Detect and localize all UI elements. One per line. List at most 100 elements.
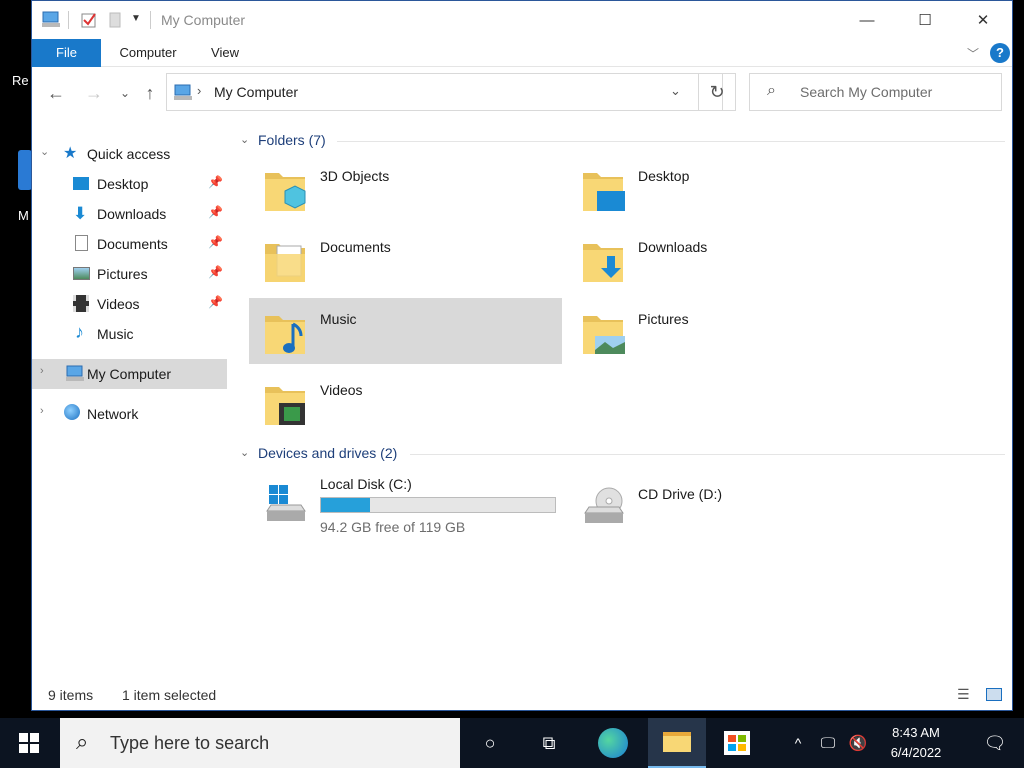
chevron-down-icon[interactable]: ⌄: [240, 133, 249, 146]
back-button[interactable]: ←: [42, 79, 70, 107]
tab-file[interactable]: File: [32, 39, 101, 67]
computer-icon[interactable]: [41, 11, 61, 29]
sidebar-item-pictures[interactable]: Pictures 📌: [32, 259, 227, 289]
details-view-icon[interactable]: ☰: [957, 686, 970, 703]
sidebar-item-desktop[interactable]: Desktop 📌: [32, 169, 227, 199]
folder-music[interactable]: Music: [249, 298, 562, 364]
folder-name: Documents: [320, 239, 391, 255]
status-selection: 1 item selected: [122, 687, 217, 703]
search-input[interactable]: ⌕ Search My Computer: [749, 73, 1002, 111]
drive-d[interactable]: CD Drive (D:): [567, 469, 880, 539]
sidebar-item-label: Desktop: [97, 176, 149, 192]
folder-music-icon: [265, 316, 305, 354]
chevron-right-icon[interactable]: ›: [40, 405, 44, 417]
tab-view[interactable]: View: [200, 39, 250, 67]
pin-icon[interactable]: 📌: [208, 175, 223, 189]
volume-muted-icon[interactable]: 🔇: [845, 718, 871, 768]
sidebar-item-label: Network: [87, 406, 139, 422]
folder-name: Downloads: [638, 239, 708, 255]
folder-documents[interactable]: Documents: [249, 226, 562, 292]
document-icon: [75, 235, 88, 251]
forward-button[interactable]: →: [80, 79, 108, 107]
group-header-folders[interactable]: Folders (7): [258, 132, 326, 148]
pin-icon[interactable]: 📌: [208, 205, 223, 219]
refresh-button[interactable]: ↻: [698, 73, 736, 111]
folder-3d-objects[interactable]: 3D Objects: [249, 155, 562, 221]
music-note-icon: ♪: [75, 322, 84, 342]
windows-drive-icon: [266, 485, 306, 521]
sidebar-item-quick-access[interactable]: ⌄ ★ Quick access: [32, 139, 227, 169]
folder-pictures-icon: [583, 316, 625, 354]
chevron-down-icon[interactable]: ⌄: [40, 145, 49, 158]
address-bar[interactable]: › My Computer ⌄: [166, 73, 723, 111]
group-divider: [410, 454, 1005, 455]
desktop-computer-icon[interactable]: [18, 150, 32, 190]
computer-icon: [66, 365, 84, 381]
expand-ribbon-icon[interactable]: ﹀: [967, 45, 979, 62]
network-status-icon[interactable]: 🖵: [815, 718, 841, 768]
sidebar-item-music[interactable]: ♪ Music: [32, 319, 227, 349]
properties-icon[interactable]: [80, 11, 98, 29]
sidebar-item-videos[interactable]: Videos 📌: [32, 289, 227, 319]
clock-time: 8:43 AM: [892, 725, 940, 740]
task-view-icon[interactable]: ⧉: [520, 718, 578, 768]
address-dropdown-icon[interactable]: ⌄: [670, 83, 681, 99]
drive-name: CD Drive (D:): [638, 486, 722, 502]
navigation-pane: ⌄ ★ Quick access Desktop 📌 ⬇ Downloads 📌…: [32, 126, 227, 676]
notifications-icon[interactable]: 🗨: [966, 718, 1024, 768]
pin-icon[interactable]: 📌: [208, 265, 223, 279]
qat-dropdown-icon[interactable]: ▼: [131, 13, 141, 24]
start-button[interactable]: [0, 718, 58, 768]
cd-drive-icon: [584, 487, 624, 523]
chevron-down-icon[interactable]: ⌄: [240, 446, 249, 459]
folder-desktop[interactable]: Desktop: [567, 155, 880, 221]
recent-locations-icon[interactable]: ⌄: [111, 79, 139, 107]
folder-videos[interactable]: Videos: [249, 369, 562, 435]
pin-icon[interactable]: 📌: [208, 295, 223, 309]
qat-separator: [150, 11, 151, 29]
maximize-button[interactable]: ☐: [896, 1, 954, 39]
sidebar-item-downloads[interactable]: ⬇ Downloads 📌: [32, 199, 227, 229]
desktop-icon-label[interactable]: Re: [12, 73, 29, 88]
folder-icon: [663, 732, 691, 752]
help-icon[interactable]: ?: [990, 43, 1010, 63]
drive-c[interactable]: Local Disk (C:) 94.2 GB free of 119 GB: [249, 469, 562, 539]
tab-computer[interactable]: Computer: [108, 39, 188, 67]
desktop-icon-label[interactable]: M: [18, 208, 29, 223]
breadcrumb[interactable]: My Computer: [214, 84, 298, 100]
star-icon: ★: [63, 145, 78, 162]
folder-name: Desktop: [638, 168, 690, 184]
close-button[interactable]: ✕: [954, 1, 1012, 39]
new-folder-icon[interactable]: [108, 11, 122, 29]
search-icon: ⌕: [76, 729, 89, 754]
cortana-icon[interactable]: ○: [461, 718, 519, 768]
sidebar-item-documents[interactable]: Documents 📌: [32, 229, 227, 259]
drive-usage-fill: [321, 498, 371, 512]
pin-icon[interactable]: 📌: [208, 235, 223, 249]
store-icon[interactable]: [708, 718, 766, 768]
drive-free-space: 94.2 GB free of 119 GB: [320, 519, 466, 535]
minimize-button[interactable]: —: [838, 1, 896, 39]
group-divider: [337, 141, 1005, 142]
sidebar-item-my-computer[interactable]: › My Computer: [32, 359, 227, 389]
file-explorer-icon[interactable]: [648, 718, 706, 768]
taskbar-search-input[interactable]: ⌕ Type here to search: [60, 718, 460, 768]
up-button[interactable]: ↑: [136, 79, 164, 107]
folder-desktop-icon: [583, 173, 625, 211]
chevron-right-icon[interactable]: ›: [40, 365, 44, 377]
large-icons-view-icon[interactable]: [986, 688, 1002, 701]
group-header-devices[interactable]: Devices and drives (2): [258, 445, 397, 461]
folder-documents-icon: [265, 244, 305, 282]
folder-name: Music: [320, 311, 357, 327]
folder-pictures[interactable]: Pictures: [567, 298, 880, 364]
edge-icon[interactable]: [584, 718, 642, 768]
drive-usage-bar: [320, 497, 556, 513]
folder-videos-icon: [265, 387, 305, 425]
system-clock[interactable]: 8:43 AM 6/4/2022: [876, 723, 956, 763]
breadcrumb-chevron-icon[interactable]: ›: [197, 83, 201, 98]
sidebar-item-network[interactable]: › Network: [32, 399, 227, 429]
sidebar-item-label: My Computer: [87, 366, 172, 382]
window-title: My Computer: [161, 12, 246, 28]
folder-downloads[interactable]: Downloads: [567, 226, 880, 292]
show-hidden-icons-icon[interactable]: ^: [785, 718, 811, 768]
